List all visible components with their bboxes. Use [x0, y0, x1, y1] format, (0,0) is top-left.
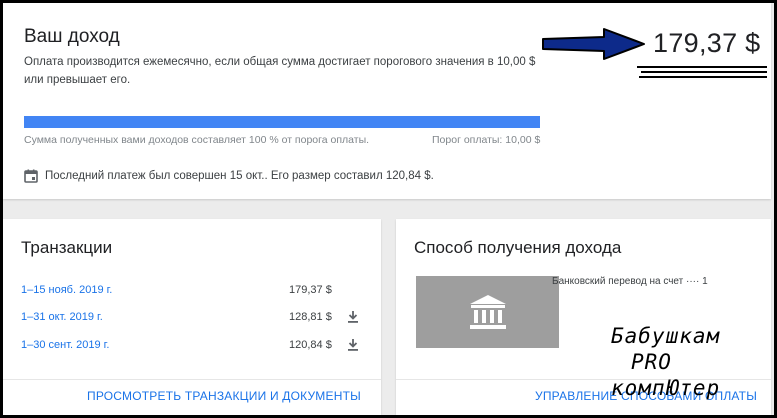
watermark-line: PRO: [631, 350, 672, 374]
transaction-date-link[interactable]: 1–15 нояб. 2019 г.: [21, 284, 112, 296]
transaction-amount: 128,81 $: [289, 311, 332, 323]
transaction-date-link[interactable]: 1–31 окт. 2019 г.: [21, 311, 103, 323]
card-divider: [3, 379, 381, 380]
table-row: 1–30 сент. 2019 г. 120,84 $: [21, 339, 361, 359]
bank-tile[interactable]: [416, 276, 559, 348]
threshold-progress-fill: [24, 116, 540, 128]
earnings-amount: 179,37 $: [653, 28, 761, 58]
handwritten-watermark: Бабушкам PRO компЮтер: [611, 323, 720, 401]
earnings-description: Оплата производится ежемесячно, если общ…: [24, 56, 536, 86]
watermark-line: Бабушкам: [611, 324, 721, 348]
table-row: 1–31 окт. 2019 г. 128,81 $: [21, 311, 361, 331]
transaction-date-link[interactable]: 1–30 сент. 2019 г.: [21, 339, 109, 351]
download-icon[interactable]: [347, 338, 359, 352]
transaction-amount: 179,37 $: [289, 284, 332, 296]
table-row: 1–15 нояб. 2019 г. 179,37 $: [21, 284, 361, 304]
last-payment-row: Последний платеж был совершен 15 окт.. Е…: [24, 169, 434, 183]
progress-caption: Сумма полученных вами доходов составляет…: [24, 134, 370, 146]
amount-underline: [637, 66, 767, 68]
threshold-caption: Порог оплаты: 10,00 $: [432, 134, 541, 146]
arrow-annotation-icon: [542, 28, 645, 60]
watermark-line: компЮтер: [611, 376, 721, 400]
payment-method-title: Способ получения дохода: [414, 238, 622, 257]
calendar-icon: [24, 169, 38, 183]
earnings-card: Ваш доход Оплата производится ежемесячно…: [3, 3, 771, 199]
threshold-progress-bar: [24, 116, 540, 128]
view-transactions-button[interactable]: ПРОСМОТРЕТЬ ТРАНЗАКЦИИ И ДОКУМЕНТЫ: [87, 389, 361, 403]
download-icon[interactable]: [347, 310, 359, 324]
last-payment-text: Последний платеж был совершен 15 окт.. Е…: [45, 170, 434, 182]
amount-underline: [639, 76, 767, 78]
payment-method-text: Банковский перевод на счет ···· 1: [552, 276, 708, 287]
amount-underline: [641, 71, 767, 73]
earnings-title: Ваш доход: [24, 26, 120, 47]
transactions-card: Транзакции 1–15 нояб. 2019 г. 179,37 $ 1…: [3, 219, 381, 415]
transaction-amount: 120,84 $: [289, 339, 332, 351]
transactions-title: Транзакции: [21, 238, 113, 257]
bank-icon: [469, 295, 506, 329]
